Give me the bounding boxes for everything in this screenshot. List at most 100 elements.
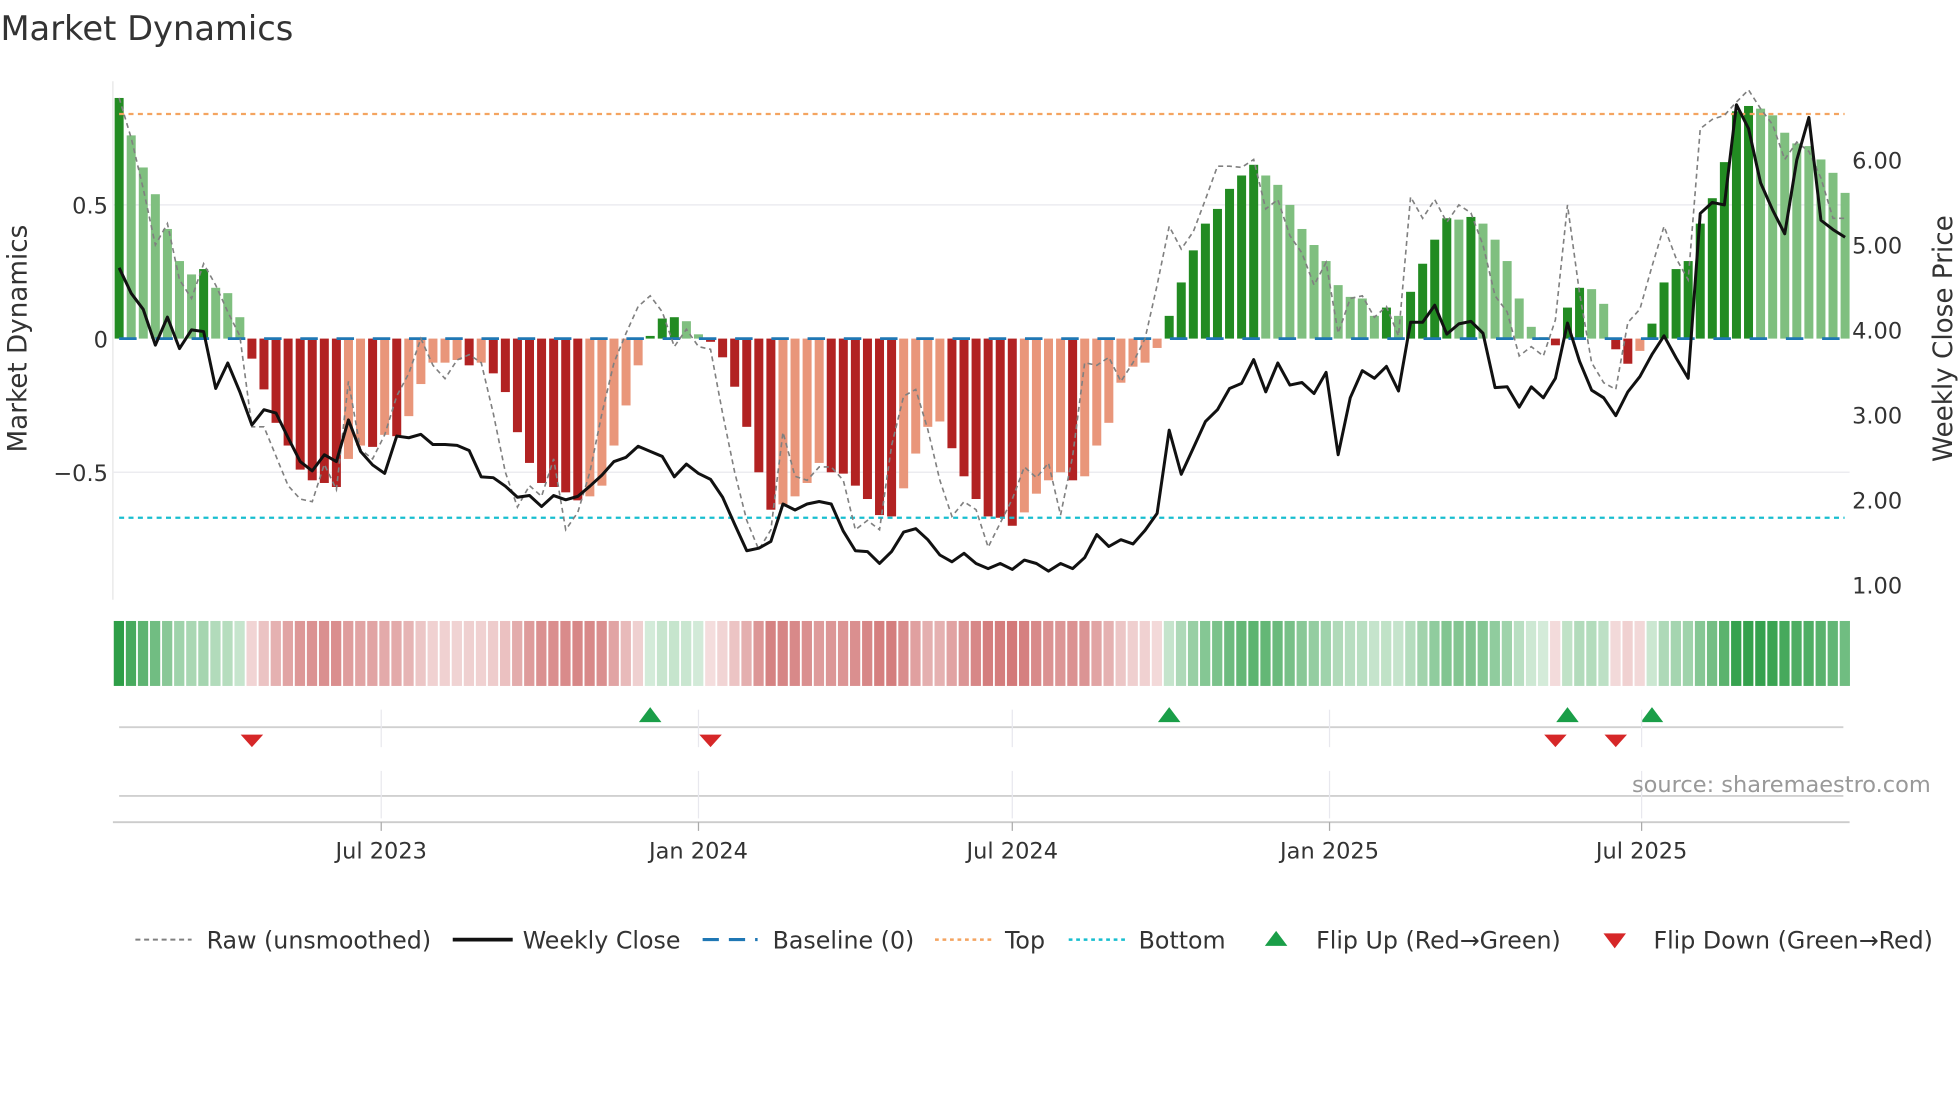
strip-cell [1477,620,1488,686]
momentum-bar [1056,338,1066,473]
strip-cell [1127,620,1138,686]
y2-tick-label: 2.00 [1852,489,1902,515]
momentum-bar [1104,338,1114,423]
strip-cell [970,620,981,686]
momentum-bar [645,335,655,339]
momentum-bar [464,338,474,366]
strip-cell [1501,620,1513,686]
source-label: source: sharemaestro.com [1632,772,1931,798]
strip-cell [1622,620,1633,686]
momentum-bar [766,338,776,510]
momentum-bar [331,338,341,487]
strip-cell [1043,620,1054,686]
momentum-bar [561,338,571,493]
strip-cell [1658,620,1669,686]
momentum-bar [790,338,800,497]
momentum-bar [368,338,378,447]
strip-cell [1839,620,1850,686]
momentum-bar [923,338,933,427]
strip-cell [1200,620,1211,686]
momentum-bar [597,338,607,486]
strip-cell [1031,620,1042,686]
flip-up-marker [1157,707,1181,723]
strip-cell [934,620,945,686]
momentum-bar [1587,289,1597,339]
strip-cell [825,620,837,686]
chart-title: Market Dynamics [0,9,293,48]
raw-series-line [118,88,1846,552]
legend: Raw (unsmoothed) Weekly Close Baseline (… [135,926,1933,954]
momentum-bar [525,338,535,463]
strip-cell [439,620,450,686]
regime-heat-strip [113,620,1850,686]
strip-cell [258,620,269,686]
strip-cell [1018,620,1030,686]
strip-cell [1115,620,1126,686]
momentum-bar [657,318,667,339]
flip-up-icon [1264,930,1288,946]
momentum-bar [1261,175,1271,339]
strip-cell [1453,620,1464,686]
strip-cell [1212,620,1223,686]
strip-cell [1670,620,1681,686]
market-dynamics-chart: Market Dynamics Market Dynamics Weekly C… [0,9,1959,954]
strip-cell [620,620,631,686]
strip-cell [1562,620,1573,686]
y2-tick-label: 1.00 [1852,573,1902,599]
strip-cell [765,620,776,686]
momentum-bar [1442,218,1452,339]
y-tick-label: 0.5 [72,194,108,220]
momentum-bar [1756,108,1766,339]
x-tick-label: Jul 2024 [965,838,1058,864]
momentum-bar [1381,307,1391,339]
momentum-bar [1502,261,1512,339]
momentum-bar [875,338,885,516]
strip-cell [741,620,752,686]
strip-cell [512,620,523,686]
momentum-bar [754,338,764,473]
strip-cell [1055,620,1066,686]
strip-cell [524,620,535,686]
strip-cell [113,620,125,686]
momentum-bar [114,97,124,339]
legend-raw-label: Raw (unsmoothed) [207,926,431,954]
momentum-bar [549,338,559,487]
flip-down-marker [240,734,264,748]
strip-cell [681,620,692,686]
flip-down-marker [1604,734,1628,748]
strip-cell [1103,620,1114,686]
flip-up-marker [1640,707,1664,723]
strip-cell [137,620,149,686]
series-lines [117,88,1846,573]
momentum-bar [1611,338,1621,350]
strip-cell [1489,620,1500,686]
strip-cell [1779,620,1790,686]
momentum-bar [1019,338,1029,513]
momentum-bar [1321,261,1331,339]
strip-cell [1079,620,1090,686]
momentum-bar [1043,338,1053,481]
strip-cell [1284,620,1295,686]
momentum-bar [174,261,184,339]
strip-cell [1308,620,1319,686]
strip-cell [946,620,957,686]
strip-cell [837,620,849,686]
momentum-bar [476,338,486,363]
strip-cell [572,620,583,686]
strip-cell [427,620,438,686]
momentum-bar [1176,282,1186,339]
strip-cell [1344,620,1356,686]
strip-cell [1296,620,1307,686]
strip-cell [331,620,342,686]
momentum-bar [500,338,510,393]
momentum-bar [247,338,257,359]
momentum-bar [573,338,583,501]
strip-cell [234,620,245,686]
momentum-bar [1526,326,1536,339]
strip-cell [475,620,487,686]
strip-cell [487,620,499,686]
strip-cell [270,620,281,686]
strip-cell [1356,620,1368,686]
momentum-bar [669,317,679,339]
strip-cell [1368,620,1380,686]
